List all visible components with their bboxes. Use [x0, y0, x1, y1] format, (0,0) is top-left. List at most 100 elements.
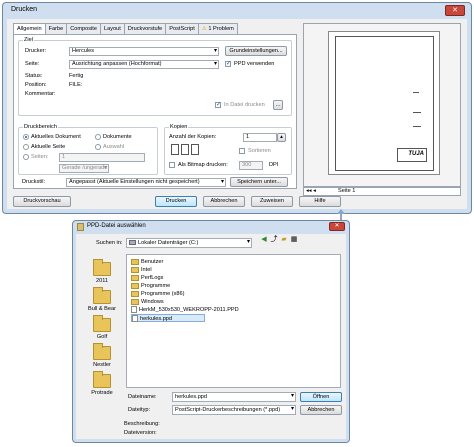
- ppd-checkbox-label: PPD verwenden: [234, 61, 275, 67]
- status-label: Status:: [25, 73, 43, 79]
- folder-icon: [131, 290, 139, 297]
- up-folder-icon[interactable]: ⤴: [270, 236, 278, 244]
- tab-druckvorstufe[interactable]: Druckvorstufe: [123, 23, 167, 34]
- druckbereich-group: Druckbereich Aktuelles Dokument Dokument…: [18, 124, 158, 175]
- drucker-select[interactable]: Hercules: [69, 47, 219, 56]
- app-icon: [77, 223, 84, 231]
- auswahl-label: Auswahl: [103, 144, 125, 150]
- file-list: Benutzer Intel PerfLogs Programme Progra…: [126, 254, 341, 388]
- allgemein-panel: Ziel Drucker: Hercules Grundeinstellunge…: [13, 34, 297, 189]
- drucken-button[interactable]: Drucken: [155, 196, 197, 207]
- seite-label: Seite:: [25, 61, 40, 67]
- suchen-in-label: Suchen in:: [96, 240, 123, 246]
- list-item[interactable]: Benutzer: [131, 258, 163, 266]
- print-dialog-client: Allgemein Farbe Composite Layout Druckvo…: [7, 19, 467, 209]
- seiten-input[interactable]: 1: [59, 153, 145, 162]
- tab-farbe[interactable]: Farbe: [44, 23, 68, 34]
- view-menu-icon[interactable]: ▦: [290, 236, 298, 244]
- file-dialog-titlebar: PPD-Datei auswählen ✕: [73, 221, 349, 233]
- folder-icon: [131, 266, 139, 273]
- folder-icon: [93, 287, 111, 304]
- list-item[interactable]: Programme: [131, 282, 170, 290]
- hilfe-button[interactable]: Hilfe: [299, 196, 341, 207]
- item-label: PerfLogs: [141, 275, 164, 281]
- oeffnen-button[interactable]: Öffnen: [300, 392, 342, 402]
- preview-logo-box: TUJA: [397, 148, 427, 162]
- places-sidebar: 2011 Bull & Bear Golf Nestler Protrade: [80, 254, 124, 396]
- preview-logo-text: TUJA: [408, 151, 424, 157]
- dpi-input[interactable]: 300: [239, 161, 263, 170]
- list-item-selected[interactable]: herkules.ppd: [131, 314, 206, 323]
- ppd-checkbox[interactable]: ✓: [225, 61, 231, 67]
- place-nestler[interactable]: Nestler: [80, 343, 124, 368]
- item-label: herkules.ppd: [140, 316, 173, 322]
- sortieren-checkbox[interactable]: [239, 148, 245, 154]
- dateityp-select[interactable]: PostScript-Druckerbeschreibungen (*.ppd): [172, 405, 296, 415]
- dateiname-input[interactable]: herkules.ppd: [172, 392, 296, 402]
- tab-bar: Allgemein Farbe Composite Layout Druckvo…: [13, 23, 238, 35]
- back-icon[interactable]: ◀: [260, 236, 268, 244]
- preview-border-right: [433, 36, 434, 170]
- radio-seiten[interactable]: [23, 154, 29, 160]
- page-nav-icon[interactable]: ◂◂ ◂: [306, 188, 316, 195]
- folder-icon: [131, 274, 139, 281]
- seiten-label: Seiten:: [31, 154, 49, 160]
- place-bull-bear[interactable]: Bull & Bear: [80, 287, 124, 312]
- tab-problem[interactable]: ⚠ 1 Problem: [197, 23, 238, 34]
- preview-border-left: [335, 36, 336, 170]
- dpi-unit: DPI: [269, 162, 279, 168]
- dateiversion-label: Dateiversion:: [124, 430, 157, 436]
- preview-page-selector[interactable]: ◂◂ ◂ Seite 1: [303, 187, 461, 196]
- list-item[interactable]: Intel: [131, 266, 152, 274]
- close-icon[interactable]: ✕: [445, 5, 465, 16]
- radio-auswahl[interactable]: [95, 144, 101, 150]
- kopien-group: Kopien Anzahl der Kopien: 1 ▴ Sortieren …: [164, 124, 292, 175]
- kopien-input[interactable]: 1: [243, 133, 277, 142]
- item-label: Benutzer: [141, 259, 164, 265]
- place-label: Protrade: [91, 390, 113, 396]
- place-golf[interactable]: Golf: [80, 315, 124, 340]
- tab-layout[interactable]: Layout: [99, 23, 125, 34]
- place-2011[interactable]: 2011: [80, 259, 124, 284]
- seite-select[interactable]: Ausrichtung anpassen (Hochformat): [69, 60, 219, 69]
- file-abbrechen-button[interactable]: Abbrechen: [300, 405, 342, 415]
- kopien-spinner[interactable]: ▴: [277, 133, 286, 142]
- new-folder-icon[interactable]: ▰: [280, 236, 288, 244]
- dokumente-label: Dokumente: [103, 134, 132, 140]
- preview-text-line: [413, 126, 421, 127]
- druckvorschau-button[interactable]: Druckvorschau: [13, 196, 71, 207]
- aktuelle-seite-label: Aktuelle Seite: [31, 144, 66, 150]
- gerade-ungerade-select[interactable]: Gerade /ungerade: [59, 164, 109, 173]
- radio-dokumente[interactable]: [95, 134, 101, 140]
- zuweisen-button[interactable]: Zuweisen: [251, 196, 293, 207]
- file-icon: [131, 306, 137, 314]
- close-icon[interactable]: ✕: [329, 222, 345, 231]
- grundeinstellungen-button[interactable]: Grundeinstellungen...: [225, 46, 287, 56]
- radio-aktuelle-seite[interactable]: [23, 144, 29, 150]
- aktuelles-dokument-label: Aktuelles Dokument: [31, 134, 81, 140]
- list-item[interactable]: Windows: [131, 298, 164, 306]
- druckstil-select[interactable]: Angepasst (Aktuelle Einstellungen nicht …: [66, 178, 226, 187]
- preview-text-line: [413, 92, 419, 93]
- collate-icon: [171, 144, 201, 156]
- in-datei-checkbox[interactable]: ✓: [215, 102, 221, 108]
- list-item[interactable]: Programme (x86): [131, 290, 185, 298]
- bitmap-checkbox[interactable]: [169, 162, 175, 168]
- list-item[interactable]: HerkM_530x530_WEKROPP-2011.PPD: [131, 306, 239, 314]
- radio-aktuelles-dokument[interactable]: [23, 134, 29, 140]
- in-datei-browse-button[interactable]: …: [273, 100, 283, 110]
- item-label: Intel: [141, 267, 152, 273]
- list-item[interactable]: PerfLogs: [131, 274, 163, 282]
- speichern-unter-button[interactable]: Speichern unter...: [230, 177, 288, 187]
- ziel-group-label: Ziel: [23, 37, 35, 43]
- warning-icon: ⚠: [201, 26, 207, 32]
- dateityp-label: Dateityp:: [128, 407, 151, 413]
- tab-postscript[interactable]: PostScript: [165, 23, 199, 34]
- folder-icon: [93, 343, 111, 360]
- location-select[interactable]: Lokaler Datenträger (C:): [126, 238, 252, 248]
- tab-composite[interactable]: Composite: [66, 23, 101, 34]
- place-protrade[interactable]: Protrade: [80, 371, 124, 396]
- place-label: Nestler: [93, 362, 111, 368]
- folder-icon: [131, 258, 139, 265]
- abbrechen-button[interactable]: Abbrechen: [203, 196, 245, 207]
